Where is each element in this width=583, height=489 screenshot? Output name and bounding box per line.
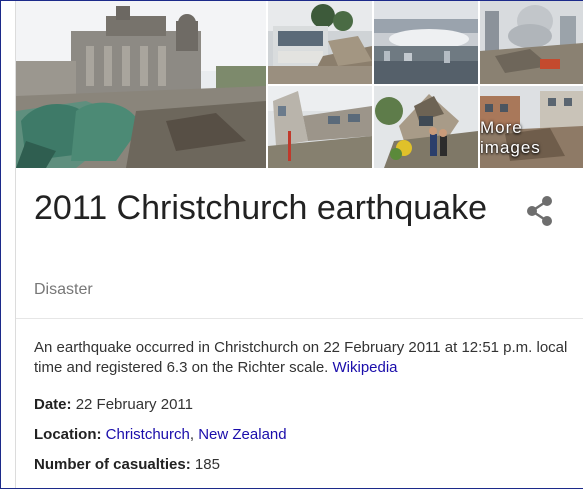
fact-label: Number of casualties:: [34, 456, 191, 473]
description-text: An earthquake occurred in Christchurch o…: [34, 339, 568, 376]
share-icon[interactable]: [525, 194, 555, 228]
image-aerial-city[interactable]: [374, 1, 478, 84]
image-smoke-rubble[interactable]: [480, 1, 583, 84]
fact-label: Location:: [34, 426, 102, 443]
fact-location: Location: Christchurch, New Zealand: [34, 426, 287, 443]
fact-date: Date: 22 February 2011: [34, 396, 193, 413]
page-title: 2011 Christchurch earthquake: [34, 189, 487, 227]
divider: [16, 318, 583, 319]
image-damaged-house[interactable]: [374, 86, 478, 168]
location-link-new-zealand[interactable]: New Zealand: [198, 426, 286, 443]
image-crushed-bus[interactable]: [268, 1, 372, 84]
window-frame: More images 2011 Christchurch earthquake…: [0, 0, 583, 489]
fact-label: Date:: [34, 396, 72, 413]
fact-value: 22 February 2011: [75, 396, 193, 413]
fact-casualties: Number of casualties: 185: [34, 456, 220, 473]
more-images-link[interactable]: More images: [480, 118, 571, 158]
knowledge-panel: More images 2011 Christchurch earthquake…: [15, 1, 583, 488]
description: An earthquake occurred in Christchurch o…: [34, 338, 574, 378]
entity-type: Disaster: [34, 281, 93, 298]
image-collapsed-building[interactable]: [268, 86, 372, 168]
wikipedia-link[interactable]: Wikipedia: [333, 359, 398, 376]
location-separator: ,: [189, 426, 199, 443]
image-cathedral-ruins[interactable]: [16, 1, 266, 168]
image-gallery: More images: [16, 1, 583, 168]
location-link-christchurch[interactable]: Christchurch: [106, 426, 190, 443]
image-brick-collapse[interactable]: More images: [480, 86, 583, 168]
fact-value: 185: [194, 456, 220, 473]
